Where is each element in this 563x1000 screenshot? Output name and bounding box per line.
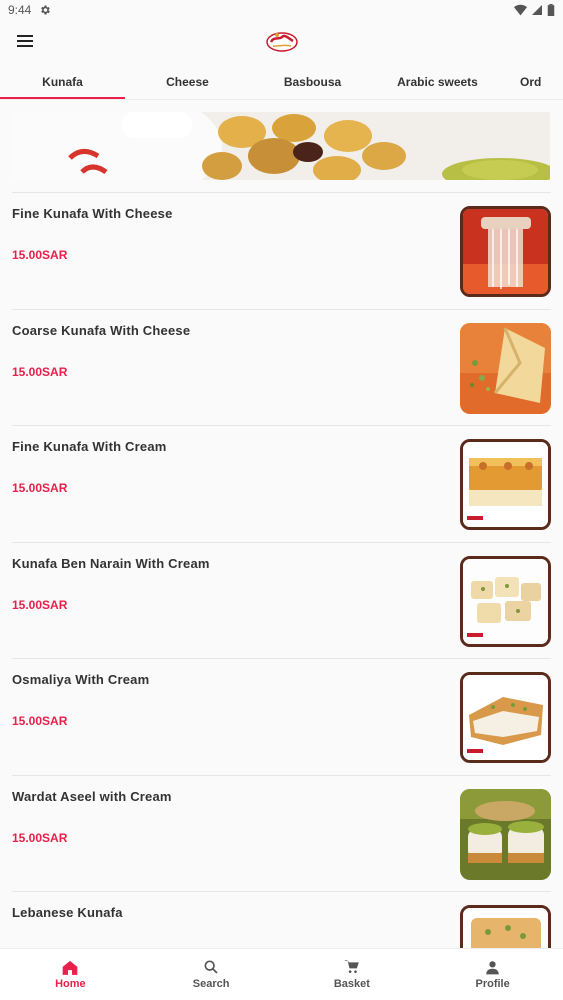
nav-search[interactable]: Search bbox=[141, 949, 282, 1000]
home-icon bbox=[63, 960, 78, 975]
tab-arabic-sweets[interactable]: Arabic sweets bbox=[375, 64, 500, 99]
tab-label: Ord bbox=[520, 74, 542, 89]
search-icon bbox=[204, 960, 218, 974]
tab-label: Basbousa bbox=[283, 74, 342, 89]
category-tabs: Kunafa Cheese Basbousa Arabic sweets Ord bbox=[0, 64, 563, 100]
product-image bbox=[460, 555, 551, 647]
brand-logo bbox=[265, 32, 298, 52]
product-name: Coarse Kunafa With Cheese bbox=[12, 322, 191, 338]
tab-ord[interactable]: Ord bbox=[500, 64, 563, 99]
product-name: Fine Kunafa With Cream bbox=[12, 439, 167, 454]
product-price: 15.00SAR bbox=[12, 597, 68, 612]
status-time: 9:44 bbox=[8, 3, 32, 17]
product-image bbox=[460, 672, 551, 763]
tab-label: Arabic sweets bbox=[397, 74, 478, 89]
product-image bbox=[460, 206, 551, 297]
menu-icon[interactable] bbox=[16, 32, 34, 50]
profile-icon bbox=[486, 960, 499, 974]
product-name: Osmaliya With Cream bbox=[12, 672, 150, 687]
bottom-nav: Home Search Basket Profile bbox=[0, 948, 563, 1000]
product-name: Wardat Aseel with Cream bbox=[12, 788, 172, 804]
tab-basbousa[interactable]: Basbousa bbox=[250, 64, 375, 99]
tab-label: Kunafa bbox=[42, 74, 83, 89]
tab-kunafa[interactable]: Kunafa bbox=[0, 64, 125, 99]
product-price: 15.00SAR bbox=[12, 364, 68, 379]
nav-label: Basket bbox=[333, 978, 370, 990]
product-name: Fine Kunafa With Cheese bbox=[12, 206, 173, 221]
product-list: Fine Kunafa With Cheese 15.00SAR Coarse … bbox=[12, 192, 551, 1000]
product-image bbox=[460, 322, 551, 414]
wifi-icon bbox=[514, 4, 527, 16]
list-item[interactable]: Osmaliya With Cream 15.00SAR bbox=[12, 658, 551, 775]
tab-label: Cheese bbox=[166, 74, 209, 89]
product-name: Kunafa Ben Narain With Cream bbox=[12, 555, 210, 571]
list-item[interactable]: Coarse Kunafa With Cheese 15.00SAR bbox=[12, 308, 551, 426]
nav-label: Search bbox=[192, 978, 230, 990]
list-item[interactable]: Fine Kunafa With Cream 15.00SAR bbox=[12, 425, 551, 542]
nav-basket[interactable]: Basket bbox=[282, 949, 423, 1000]
app-bar bbox=[0, 20, 563, 64]
status-bar: 9:44 bbox=[0, 0, 563, 20]
nav-profile[interactable]: Profile bbox=[422, 949, 563, 1000]
list-item[interactable]: Kunafa Ben Narain With Cream 15.00SAR bbox=[12, 541, 551, 659]
product-image bbox=[460, 788, 551, 880]
product-price: 15.00SAR bbox=[12, 714, 68, 728]
list-item[interactable]: Fine Kunafa With Cheese 15.00SAR bbox=[12, 192, 551, 309]
nav-label: Profile bbox=[475, 977, 510, 990]
cart-icon bbox=[345, 960, 360, 973]
product-name: Lebanese Kunafa bbox=[12, 905, 123, 920]
product-price: 15.00SAR bbox=[12, 481, 68, 495]
product-price: 15.00SAR bbox=[12, 830, 68, 845]
battery-icon bbox=[547, 4, 555, 16]
product-image bbox=[460, 439, 551, 530]
signal-icon bbox=[532, 5, 542, 15]
nav-label: Home bbox=[55, 977, 86, 990]
list-item[interactable]: Wardat Aseel with Cream 15.00SAR bbox=[12, 774, 551, 892]
tab-cheese[interactable]: Cheese bbox=[125, 64, 250, 99]
gear-icon bbox=[41, 5, 51, 15]
promo-banner[interactable] bbox=[12, 112, 550, 180]
nav-home[interactable]: Home bbox=[0, 949, 141, 1000]
product-price: 15.00SAR bbox=[12, 248, 68, 262]
